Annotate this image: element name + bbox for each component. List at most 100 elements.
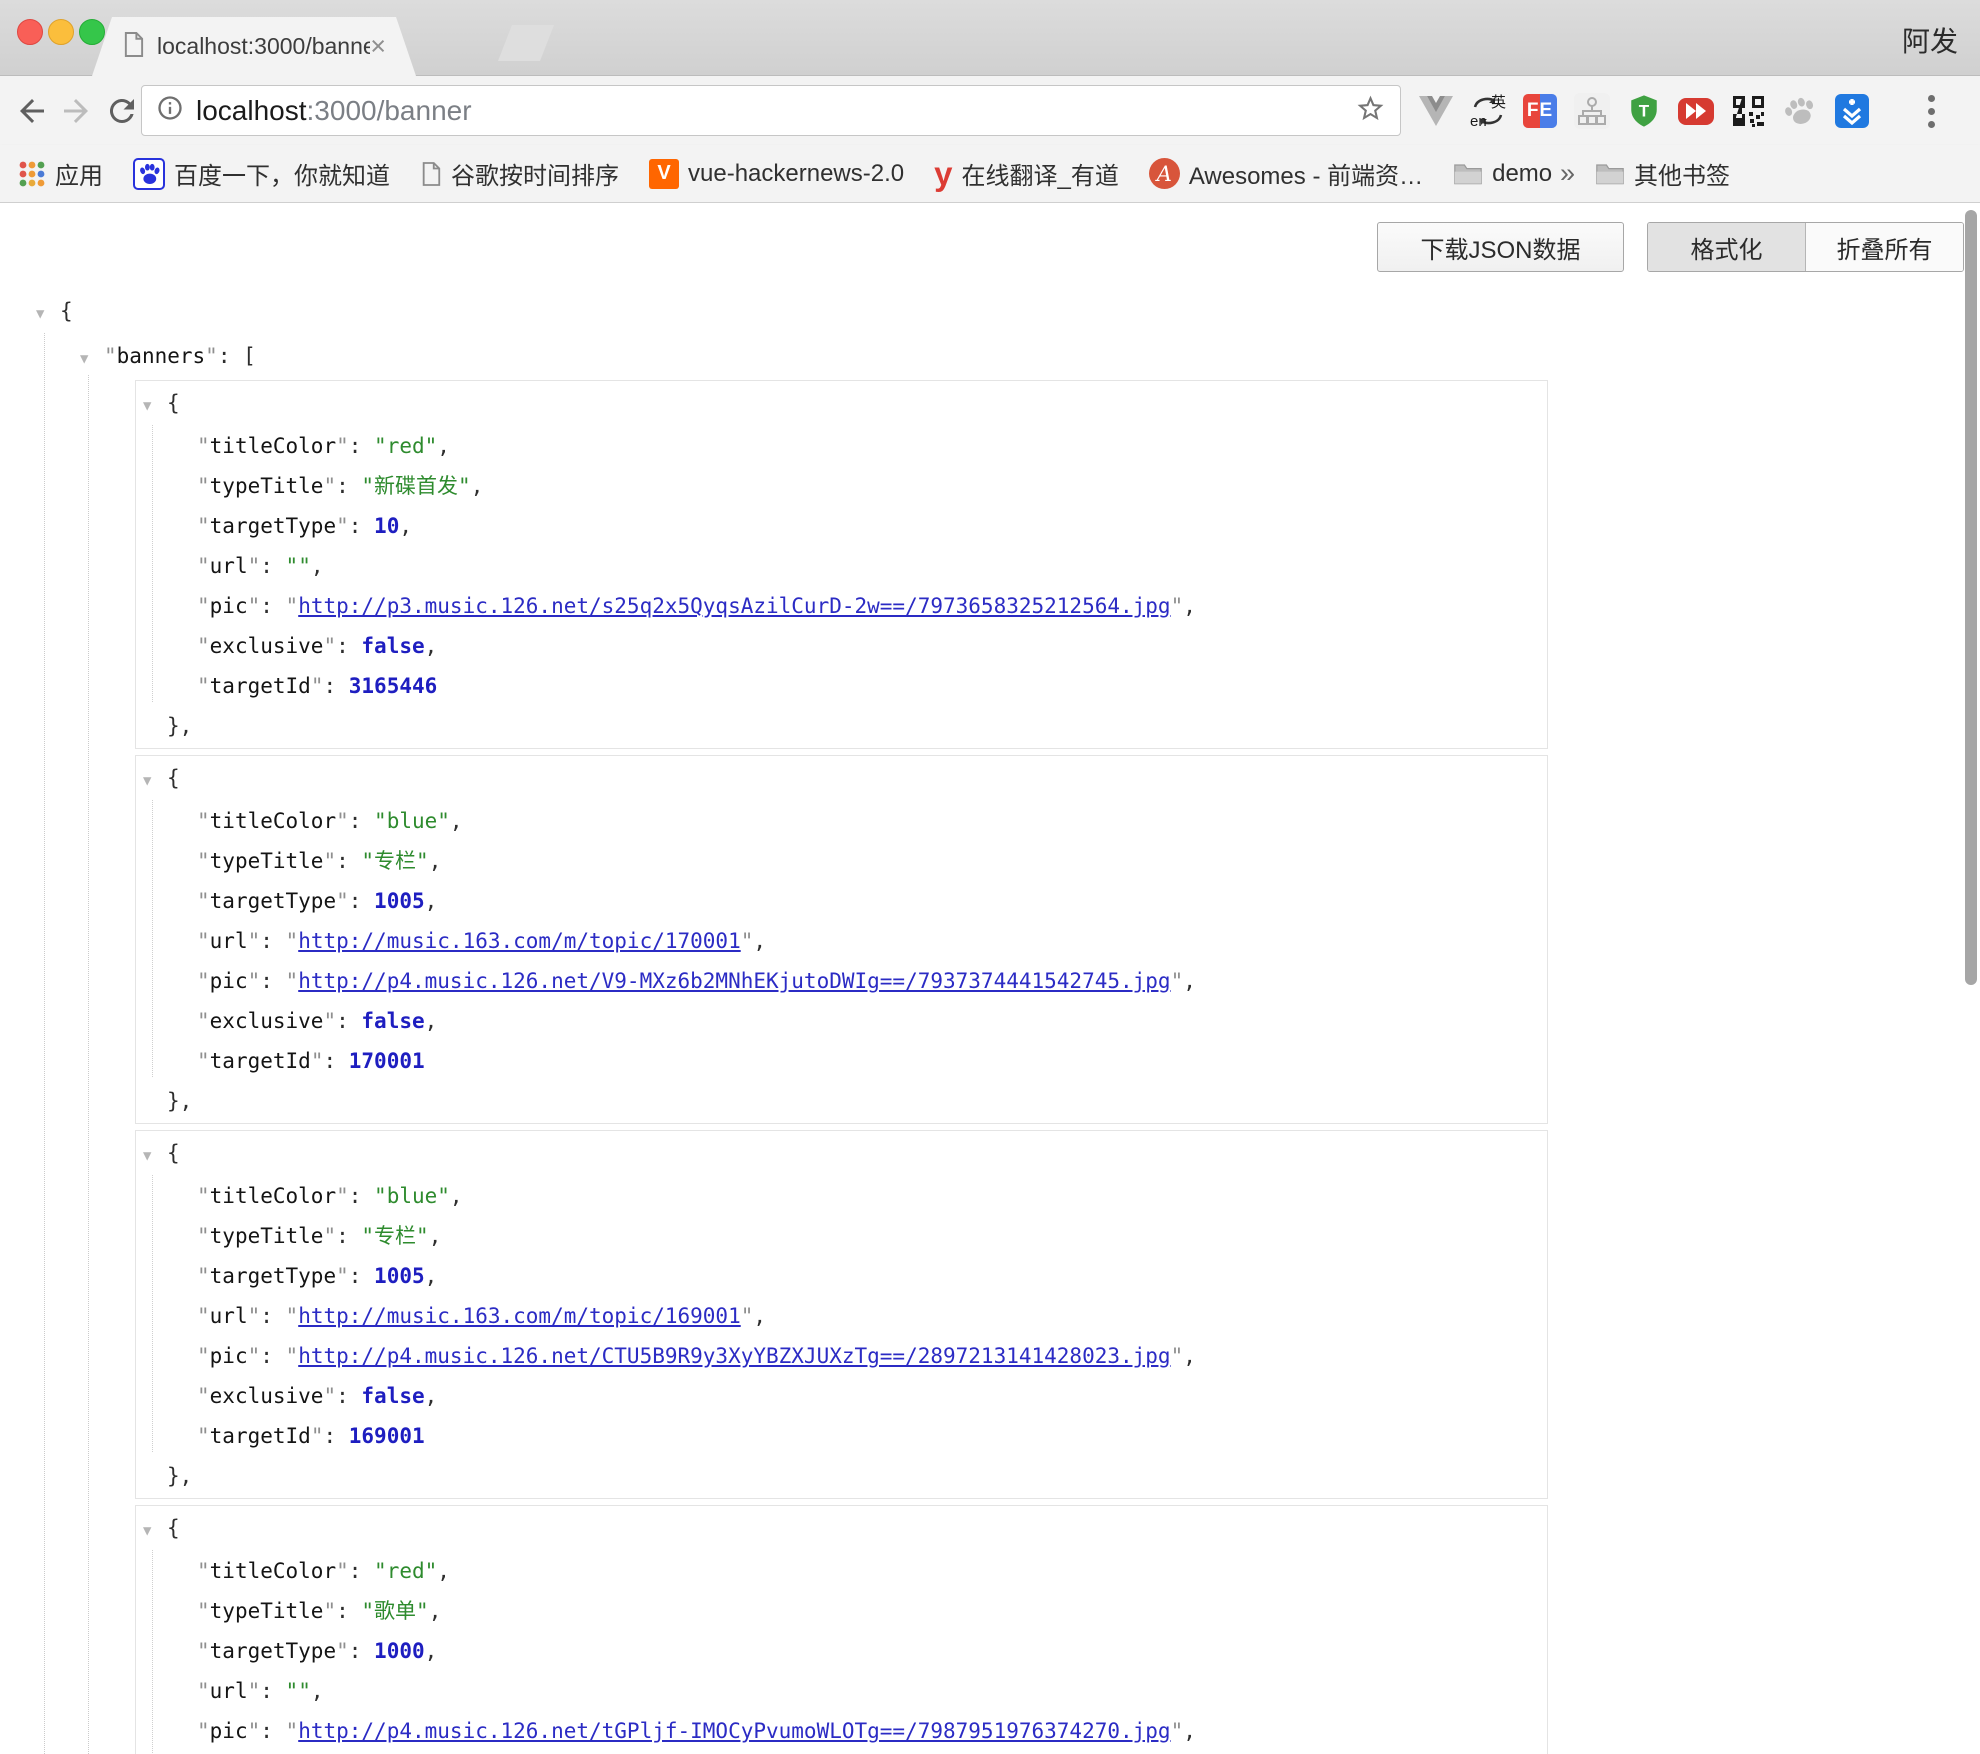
- json-field-titleColor: "titleColor": "red",: [136, 1551, 1547, 1591]
- json-token: ": [197, 1184, 210, 1208]
- json-token: ": [336, 1184, 349, 1208]
- json-number-value: 1005: [374, 1264, 425, 1288]
- json-token: :: [260, 594, 285, 618]
- minimize-window-button[interactable]: [48, 19, 74, 45]
- json-token: :: [323, 674, 348, 698]
- collapse-toggle-icon[interactable]: ▼: [80, 338, 104, 380]
- download-manager-extension-icon[interactable]: [1834, 93, 1870, 129]
- bookmark-folder-others[interactable]: 其他书签: [1595, 156, 1730, 191]
- json-token: :: [349, 809, 374, 833]
- json-key: targetId: [210, 674, 311, 698]
- bookmark-folder-demo[interactable]: demo: [1453, 160, 1552, 188]
- address-bar[interactable]: localhost:3000/banner: [141, 85, 1401, 136]
- json-token: ,: [753, 929, 766, 953]
- json-link-value[interactable]: http://p4.music.126.net/CTU5B9R9y3XyYBZX…: [298, 1344, 1170, 1368]
- json-object-box: ▼{"titleColor": "blue","typeTitle": "专栏"…: [135, 755, 1548, 1124]
- close-window-button[interactable]: [17, 19, 43, 45]
- json-link-value[interactable]: http://p4.music.126.net/V9-MXz6b2MNhEKju…: [298, 969, 1170, 993]
- bookmark-google-sort[interactable]: 谷歌按时间排序: [420, 156, 619, 191]
- json-token: :: [336, 1009, 361, 1033]
- json-key: targetType: [210, 514, 336, 538]
- collapse-toggle-icon[interactable]: ▼: [36, 293, 60, 335]
- json-token: },: [167, 1464, 192, 1488]
- json-object-box: ▼{"titleColor": "blue","typeTitle": "专栏"…: [135, 1130, 1548, 1499]
- json-token: ": [286, 594, 299, 618]
- format-button[interactable]: 格式化: [1648, 223, 1806, 271]
- qr-code-extension-icon[interactable]: [1730, 93, 1766, 129]
- json-key: pic: [210, 1719, 248, 1743]
- json-string-value: "新碟首发": [361, 474, 470, 498]
- json-field-pic: "pic": "http://p4.music.126.net/CTU5B9R9…: [136, 1336, 1547, 1376]
- download-json-button[interactable]: 下载JSON数据: [1377, 222, 1624, 272]
- json-token: ": [323, 634, 336, 658]
- bookmark-awesomes[interactable]: A Awesomes - 前端资…: [1149, 156, 1423, 191]
- browser-tab[interactable]: localhost:3000/banner ×: [92, 17, 416, 76]
- scrollbar-thumb[interactable]: [1965, 210, 1977, 985]
- bookmark-apps[interactable]: 应用: [18, 156, 103, 191]
- json-token: ": [197, 1719, 210, 1743]
- sitemap-extension-icon[interactable]: [1574, 93, 1610, 129]
- json-key: targetId: [210, 1424, 311, 1448]
- vue-devtools-icon[interactable]: [1418, 93, 1454, 129]
- tab-close-icon[interactable]: ×: [370, 33, 386, 60]
- bookmark-youdao[interactable]: y 在线翻译_有道: [934, 156, 1119, 191]
- json-link-value[interactable]: http://music.163.com/m/topic/169001: [298, 1304, 741, 1328]
- json-token: ": [197, 434, 210, 458]
- collapse-toggle-icon[interactable]: ▼: [143, 1136, 167, 1176]
- fe-extension-icon[interactable]: FE: [1522, 93, 1558, 129]
- json-token: ": [248, 969, 261, 993]
- forward-button[interactable]: [58, 93, 94, 129]
- json-token: ": [197, 1639, 210, 1663]
- vue-icon: V: [649, 159, 679, 189]
- back-button[interactable]: [14, 93, 50, 129]
- json-link-value[interactable]: http://p3.music.126.net/s25q2x5QyqsAzilC…: [298, 594, 1170, 618]
- bookmark-vue-hackernews[interactable]: V vue-hackernews-2.0: [649, 159, 904, 189]
- bookmark-label: 应用: [55, 156, 103, 191]
- json-key: url: [210, 929, 248, 953]
- json-link-value[interactable]: http://p4.music.126.net/tGPljf-IMOCyPvum…: [298, 1719, 1170, 1743]
- json-token: :: [349, 434, 374, 458]
- json-token: ": [336, 1559, 349, 1583]
- json-field-titleColor: "titleColor": "blue",: [136, 1176, 1547, 1216]
- json-token: ,: [425, 634, 438, 658]
- bookmark-star-icon[interactable]: [1355, 93, 1386, 129]
- paw-extension-icon[interactable]: [1782, 93, 1818, 129]
- json-token: ": [336, 434, 349, 458]
- json-token: ": [248, 1344, 261, 1368]
- json-key: pic: [210, 969, 248, 993]
- json-token: {: [167, 766, 180, 790]
- profile-name[interactable]: 阿发: [1902, 20, 1958, 60]
- folder-icon: [1595, 162, 1625, 186]
- json-field-targetId: "targetId": 3165446: [136, 666, 1547, 706]
- new-tab-button[interactable]: [498, 25, 554, 61]
- translate-extension-icon[interactable]: 英 en: [1470, 93, 1506, 129]
- json-token: ": [197, 969, 210, 993]
- bookmarks-overflow-icon[interactable]: »: [1560, 158, 1575, 189]
- fullscreen-window-button[interactable]: [79, 19, 105, 45]
- bookmark-label: 百度一下，你就知道: [174, 156, 390, 191]
- json-token: },: [167, 714, 192, 738]
- browser-menu-icon[interactable]: [1928, 93, 1936, 129]
- page-info-icon[interactable]: [156, 94, 184, 127]
- collapse-all-button[interactable]: 折叠所有: [1806, 223, 1963, 271]
- json-token: ": [336, 1264, 349, 1288]
- json-key: pic: [210, 1344, 248, 1368]
- json-token: ": [311, 1424, 324, 1448]
- reload-button[interactable]: [104, 93, 140, 129]
- json-token: ,: [425, 1009, 438, 1033]
- video-speed-extension-icon[interactable]: [1678, 93, 1714, 129]
- json-field-url: "url": "",: [136, 546, 1547, 586]
- shield-extension-icon[interactable]: T: [1626, 93, 1662, 129]
- collapse-toggle-icon[interactable]: ▼: [143, 386, 167, 426]
- bookmark-baidu[interactable]: 百度一下，你就知道: [133, 156, 390, 191]
- json-key: pic: [210, 594, 248, 618]
- json-token: ,: [425, 1384, 438, 1408]
- collapse-toggle-icon[interactable]: ▼: [143, 761, 167, 801]
- json-token: ": [741, 1304, 754, 1328]
- json-token: ": [1171, 1719, 1184, 1743]
- collapse-toggle-icon[interactable]: ▼: [143, 1511, 167, 1551]
- json-token: ": [323, 1599, 336, 1623]
- json-string-value: "blue": [374, 809, 450, 833]
- json-link-value[interactable]: http://music.163.com/m/topic/170001: [298, 929, 741, 953]
- json-token: ": [311, 1049, 324, 1073]
